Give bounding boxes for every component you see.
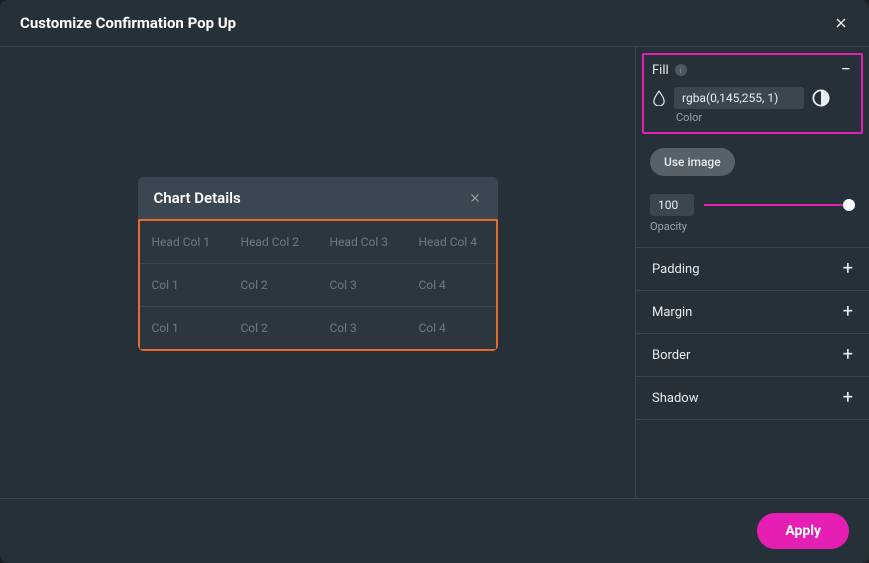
section-label: Padding [652,262,700,277]
chart-table: Head Col 1 Head Col 2 Head Col 3 Head Co… [140,221,496,349]
modal-close-button[interactable] [833,15,849,31]
chart-details-widget[interactable]: Chart Details Head Col 1 Head Col 2 [138,177,498,351]
opacity-row [650,194,855,216]
fill-color-input[interactable] [674,87,804,109]
section-border[interactable]: Border + [636,333,869,376]
fill-label: Fill [652,63,669,78]
collapse-icon[interactable]: − [841,61,851,79]
info-icon[interactable]: i [675,64,687,76]
fill-color-label: Color [676,111,853,124]
modal-footer: Apply [0,498,869,563]
customize-confirmation-modal: Customize Confirmation Pop Up Chart Deta… [0,0,869,563]
widget-close-button[interactable] [468,191,482,205]
collapsible-sections: Padding + Margin + Border + Shadow + [636,247,869,420]
widget-title: Chart Details [154,189,241,207]
section-padding[interactable]: Padding + [636,247,869,290]
table-header-cell: Head Col 2 [229,221,318,264]
table-cell: Col 2 [229,264,318,307]
slider-track [704,204,855,206]
modal-body: Chart Details Head Col 1 Head Col 2 [0,47,869,498]
chart-table-selection[interactable]: Head Col 1 Head Col 2 Head Col 3 Head Co… [138,219,498,351]
table-cell: Col 2 [229,307,318,350]
opacity-slider[interactable] [704,197,855,213]
table-cell: Col 3 [318,264,407,307]
modal-title: Customize Confirmation Pop Up [20,14,236,32]
slider-thumb[interactable] [843,199,855,211]
table-row: Col 1 Col 2 Col 3 Col 4 [140,307,496,350]
preview-canvas: Chart Details Head Col 1 Head Col 2 [0,47,635,498]
close-icon [833,15,849,31]
style-side-panel: Fill i − Color [635,47,869,498]
table-header-row: Head Col 1 Head Col 2 Head Col 3 Head Co… [140,221,496,264]
fill-section-header: Fill i − [652,61,853,79]
table-cell: Col 1 [140,307,229,350]
table-header-cell: Head Col 3 [318,221,407,264]
section-label: Border [652,348,690,363]
expand-icon: + [843,346,853,364]
fill-section: Fill i − Color [642,53,863,134]
widget-header: Chart Details [138,177,498,219]
expand-icon: + [843,303,853,321]
fill-color-row [652,87,853,109]
table-cell: Col 4 [407,307,496,350]
section-margin[interactable]: Margin + [636,290,869,333]
table-row: Col 1 Col 2 Col 3 Col 4 [140,264,496,307]
apply-button[interactable]: Apply [757,513,849,549]
table-cell: Col 4 [407,264,496,307]
opacity-input[interactable] [650,194,694,216]
section-shadow[interactable]: Shadow + [636,376,869,420]
color-drop-icon[interactable] [652,90,666,106]
table-cell: Col 1 [140,264,229,307]
expand-icon: + [843,389,853,407]
contrast-icon[interactable] [812,89,830,107]
fill-controls: Use image Opacity [636,134,869,233]
table-header-cell: Head Col 1 [140,221,229,264]
modal-header: Customize Confirmation Pop Up [0,0,869,47]
fill-title-wrap: Fill i [652,63,687,78]
table-cell: Col 3 [318,307,407,350]
close-icon [468,191,482,205]
section-label: Shadow [652,391,698,406]
expand-icon: + [843,260,853,278]
section-label: Margin [652,305,692,320]
use-image-button[interactable]: Use image [650,148,735,176]
opacity-label: Opacity [650,220,855,233]
table-header-cell: Head Col 4 [407,221,496,264]
